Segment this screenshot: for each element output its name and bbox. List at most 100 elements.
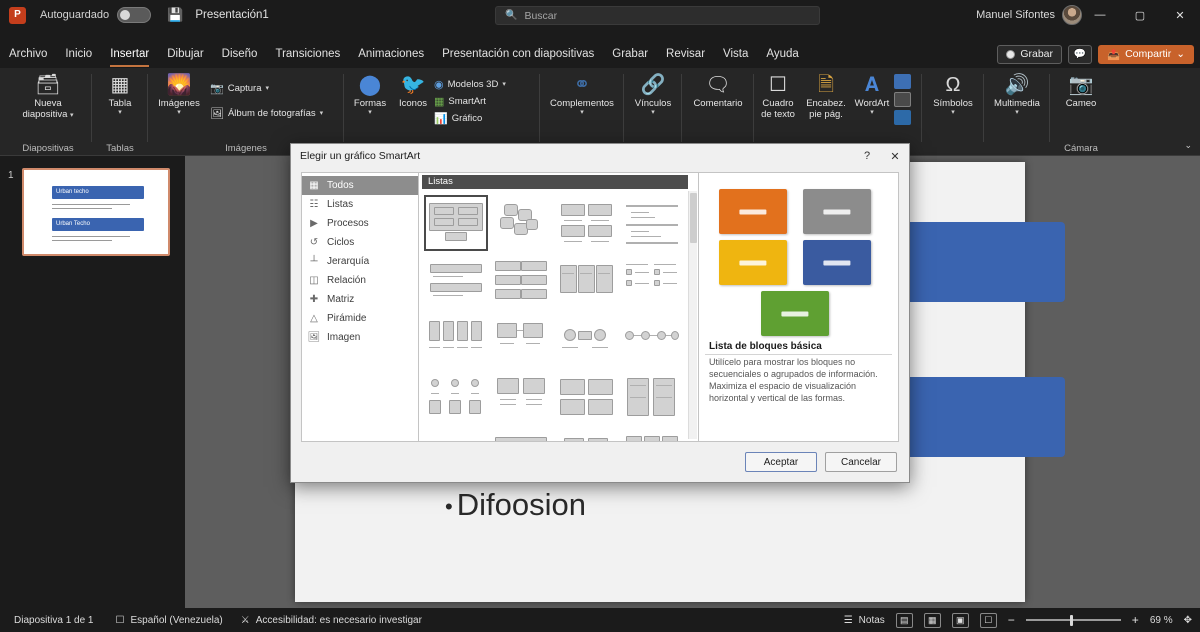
gallery-item[interactable]	[490, 427, 554, 441]
gallery-item[interactable]	[621, 195, 685, 251]
tab-insertar[interactable]: Insertar	[101, 43, 158, 67]
tab-animaciones[interactable]: Animaciones	[349, 43, 433, 65]
gallery-item[interactable]	[555, 427, 619, 441]
icons-button[interactable]: 🐦 Iconos	[392, 68, 434, 109]
zoom-in-button[interactable]: +	[1132, 613, 1139, 627]
gallery-item[interactable]	[621, 253, 685, 309]
search-input[interactable]: 🔍 Buscar	[495, 6, 820, 25]
fit-slide-icon[interactable]: ✥	[1184, 615, 1192, 626]
save-icon[interactable]: 💾	[167, 7, 183, 23]
restore-button[interactable]: ▢	[1120, 0, 1160, 30]
gallery-item[interactable]	[555, 311, 619, 367]
smartart-button[interactable]: ▦ SmartArt	[434, 93, 506, 110]
symbols-button[interactable]: Ω Símbolos ▾	[922, 68, 984, 117]
slide-number-icon[interactable]	[894, 110, 911, 125]
chart-button[interactable]: 📊 Gráfico	[434, 110, 506, 127]
share-button[interactable]: 📤 Compartir ⌄	[1098, 44, 1194, 64]
gallery-item[interactable]	[555, 253, 619, 309]
category-jerarquia[interactable]: ┴ Jerarquía	[302, 252, 418, 271]
smartart-dialog[interactable]: Elegir un gráfico SmartArt ? ✕ ▦ Todos ☷…	[290, 143, 910, 483]
tab-dibujar[interactable]: Dibujar	[158, 43, 212, 65]
gallery-item[interactable]	[621, 311, 685, 367]
category-todos[interactable]: ▦ Todos	[302, 176, 418, 195]
scrollbar-thumb[interactable]	[690, 193, 697, 243]
slide-shape-1[interactable]	[890, 222, 1065, 302]
addins-button[interactable]: ⚭ Complementos ▾	[540, 68, 624, 117]
category-procesos[interactable]: ▶ Procesos	[302, 214, 418, 233]
category-piramide[interactable]: △ Pirámide	[302, 309, 418, 328]
links-button[interactable]: 🔗 Vínculos ▾	[624, 68, 682, 117]
gallery-item[interactable]	[555, 195, 619, 251]
document-title[interactable]: Presentación1	[195, 9, 269, 21]
slide-sorter-icon[interactable]: ▦	[923, 612, 941, 628]
gallery-item[interactable]	[424, 195, 488, 251]
tab-presentacion[interactable]: Presentación con diapositivas	[433, 43, 603, 65]
gallery-item[interactable]	[490, 195, 554, 251]
pictures-button[interactable]: 🌄 Imágenes ▾	[148, 68, 210, 117]
shapes-button[interactable]: ⬤ Formas ▾	[348, 68, 392, 117]
slide-count[interactable]: Diapositiva 1 de 1	[14, 615, 94, 626]
screenshot-button[interactable]: 📷 Captura ▾	[210, 80, 323, 97]
gallery-item[interactable]	[424, 253, 488, 309]
new-slide-button[interactable]: 🗃 Nueva diapositiva ▾	[4, 68, 92, 120]
normal-view-icon[interactable]: ▤	[895, 612, 913, 628]
category-listas[interactable]: ☷ Listas	[302, 195, 418, 214]
zoom-handle[interactable]	[1069, 614, 1073, 626]
notes-button[interactable]: ☰ Notas	[844, 615, 885, 626]
cameo-button[interactable]: 📷 Cameo	[1050, 68, 1112, 109]
tab-diseno[interactable]: Diseño	[213, 43, 267, 65]
comments-button[interactable]: 💬	[1068, 44, 1093, 64]
account-block[interactable]: Manuel Sifontes	[976, 0, 1082, 30]
accessibility-status[interactable]: ⚔ Accesibilidad: es necesario investigar	[241, 615, 422, 626]
category-list[interactable]: ▦ Todos ☷ Listas ▶ Procesos ↺ Ciclos ┴ J…	[301, 172, 419, 442]
tab-archivo[interactable]: Archivo	[0, 43, 56, 65]
close-icon[interactable]: ✕	[881, 144, 909, 168]
zoom-out-button[interactable]: −	[1008, 613, 1015, 627]
autosave-toggle[interactable]	[117, 7, 152, 23]
gallery-item[interactable]	[424, 311, 488, 367]
comment-button[interactable]: 🗨 Comentario	[682, 68, 754, 109]
models-3d-button[interactable]: ◉ Modelos 3D ▾	[434, 76, 506, 93]
tab-grabar[interactable]: Grabar	[603, 43, 657, 65]
wordart-button[interactable]: 𝐀 WordArt ▾	[850, 68, 894, 117]
slide-thumbnail-1[interactable]: Urban techo Urban Techo	[22, 168, 170, 256]
gallery-item[interactable]	[490, 311, 554, 367]
gallery-scrollbar[interactable]	[688, 191, 697, 439]
help-icon[interactable]: ?	[853, 144, 881, 168]
reading-view-icon[interactable]: ▣	[951, 612, 969, 628]
minimize-button[interactable]: —	[1080, 0, 1120, 30]
photo-album-button[interactable]: 🖼 Álbum de fotografías ▾	[210, 105, 323, 122]
language-status[interactable]: ☐ Español (Venezuela)	[116, 615, 223, 626]
date-time-icon[interactable]	[894, 92, 911, 107]
avatar[interactable]	[1062, 5, 1082, 25]
zoom-level[interactable]: 69 %	[1150, 615, 1173, 626]
header-footer-button[interactable]: 🗎 Encabez. pie pág.	[802, 68, 850, 120]
category-imagen[interactable]: 🖼 Imagen	[302, 328, 418, 347]
tab-inicio[interactable]: Inicio	[56, 43, 101, 65]
media-button[interactable]: 🔊 Multimedia ▾	[984, 68, 1050, 117]
ribbon-collapse-button[interactable]: ⌄	[1184, 140, 1192, 151]
record-button[interactable]: Grabar	[997, 44, 1063, 64]
tab-vista[interactable]: Vista	[714, 43, 757, 65]
close-button[interactable]: ✕	[1160, 0, 1200, 30]
object-icon[interactable]	[894, 74, 911, 89]
tab-revisar[interactable]: Revisar	[657, 43, 714, 65]
category-ciclos[interactable]: ↺ Ciclos	[302, 233, 418, 252]
tab-ayuda[interactable]: Ayuda	[757, 43, 807, 65]
gallery-item[interactable]	[490, 369, 554, 425]
gallery-item[interactable]	[424, 369, 488, 425]
slideshow-icon[interactable]: ☐	[979, 612, 997, 628]
tab-transiciones[interactable]: Transiciones	[266, 43, 349, 65]
slide-shape-2[interactable]	[890, 377, 1065, 457]
gallery-item[interactable]	[555, 369, 619, 425]
cancel-button[interactable]: Cancelar	[825, 452, 897, 472]
gallery-item[interactable]	[621, 427, 685, 441]
category-matriz[interactable]: ✚ Matriz	[302, 290, 418, 309]
slide-bullet-text[interactable]: • Difoosion	[445, 487, 586, 523]
zoom-slider[interactable]	[1025, 614, 1121, 626]
text-box-button[interactable]: ☐ Cuadro de texto	[754, 68, 802, 120]
gallery-item[interactable]	[621, 369, 685, 425]
gallery-item[interactable]	[424, 427, 488, 441]
category-relacion[interactable]: ◫ Relación	[302, 271, 418, 290]
smartart-gallery[interactable]: Listas	[419, 172, 699, 442]
